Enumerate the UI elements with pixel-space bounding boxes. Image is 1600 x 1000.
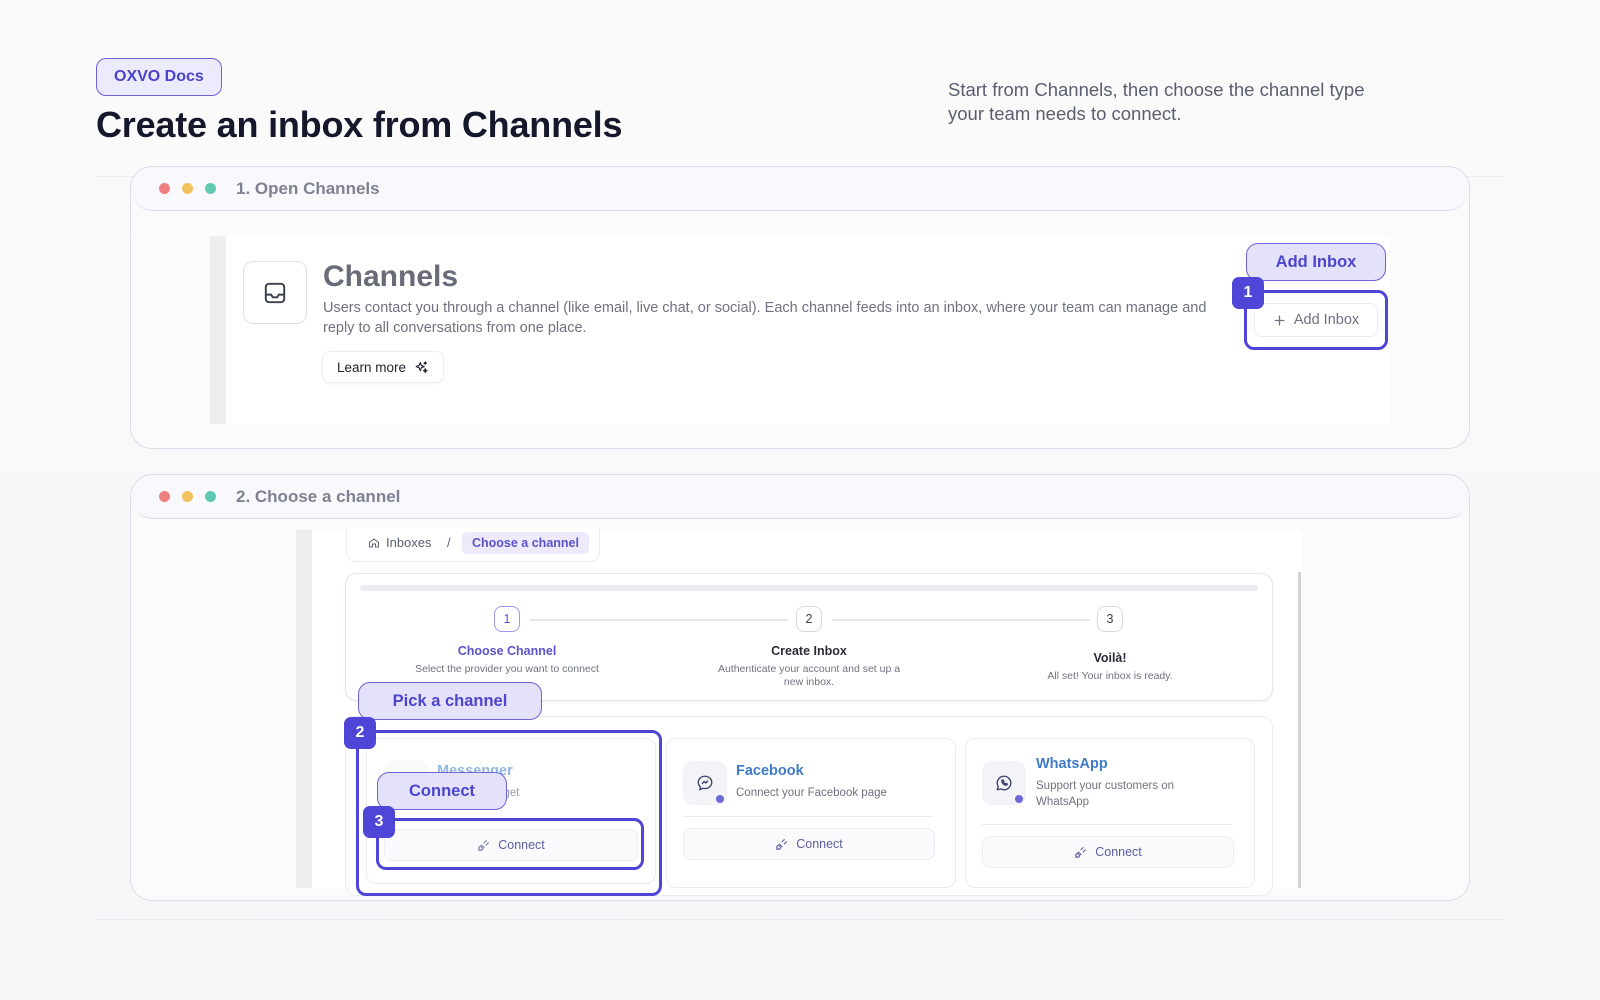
add-inbox-highlight (1244, 290, 1388, 350)
callout-number-3: 3 (363, 806, 395, 838)
step-connector (530, 619, 788, 621)
step-1-circle: 1 (494, 606, 520, 632)
card-divider (683, 816, 933, 817)
callout-connect: Connect (377, 772, 507, 810)
panel-edge (296, 530, 312, 888)
step-3-title: Voilà! (1093, 651, 1127, 665)
step-2-circle: 2 (796, 606, 822, 632)
window-dot-yellow (182, 183, 193, 194)
callout-pick-channel: Pick a channel (358, 682, 542, 720)
step-3-circle: 3 (1097, 606, 1123, 632)
window-title-bar: 1. Open Channels (131, 167, 1469, 211)
step-progress-bar (360, 585, 1258, 591)
channels-description: Users contact you through a channel (lik… (323, 300, 1207, 336)
window-dot-red (159, 491, 170, 502)
step-1-description: Select the provider you want to connect … (415, 663, 599, 675)
step-2-description: Authenticate your account and set up a n… (717, 663, 901, 688)
page-title: Create an inbox from Channels (96, 104, 623, 145)
plug-icon (1075, 846, 1087, 858)
scrollbar[interactable] (1298, 572, 1301, 888)
inbox-icon (243, 261, 307, 324)
plug-icon (776, 838, 788, 850)
divider (96, 919, 1504, 920)
channel-description: Connect your Facebook page (736, 787, 887, 799)
learn-more-button[interactable]: Learn more (322, 351, 445, 383)
callout-add-inbox: Add Inbox (1246, 243, 1386, 281)
docs-badge: OXVO Docs (96, 58, 222, 96)
callout-number-2: 2 (344, 717, 376, 749)
channel-name: Facebook (736, 763, 804, 779)
channel-description: Support your customers on WhatsApp (1036, 780, 1175, 808)
step-3-description: All set! Your inbox is ready. (1047, 670, 1173, 682)
window-title-bar: 2. Choose a channel (131, 475, 1469, 519)
window-dot-green (205, 183, 216, 194)
window-dot-red (159, 183, 170, 194)
callout-number-1: 1 (1232, 277, 1264, 309)
page-description: Start from Channels, then choose the cha… (948, 79, 1365, 124)
connect-button-facebook[interactable]: Connect (683, 828, 935, 860)
connect-button-whatsapp[interactable]: Connect (982, 836, 1234, 868)
breadcrumb-separator: / (447, 535, 451, 550)
connect-highlight (376, 818, 644, 870)
status-dot (1015, 795, 1023, 803)
breadcrumb-current: Choose a channel (462, 532, 589, 554)
pick-channel-highlight (356, 730, 662, 896)
breadcrumb-inboxes-label: Inboxes (386, 535, 432, 550)
window-dot-green (205, 491, 216, 502)
step-1-title: Choose Channel (457, 644, 557, 658)
step-connector (832, 619, 1090, 621)
frame-title: 1. Open Channels (236, 178, 380, 198)
breadcrumb-inboxes[interactable]: Inboxes (368, 535, 432, 550)
card-divider (982, 824, 1232, 825)
connect-label: Connect (796, 837, 843, 851)
step-2-title: Create Inbox (771, 644, 847, 658)
channel-name: WhatsApp (1036, 756, 1108, 772)
learn-more-label: Learn more (337, 359, 407, 375)
home-icon (369, 538, 379, 547)
window-dot-yellow (182, 491, 193, 502)
connect-label: Connect (1095, 845, 1142, 859)
status-dot (716, 795, 724, 803)
panel-edge (210, 236, 226, 424)
sparkle-icon (415, 360, 428, 373)
frame-title: 2. Choose a channel (236, 486, 401, 506)
channels-heading: Channels (323, 260, 459, 293)
